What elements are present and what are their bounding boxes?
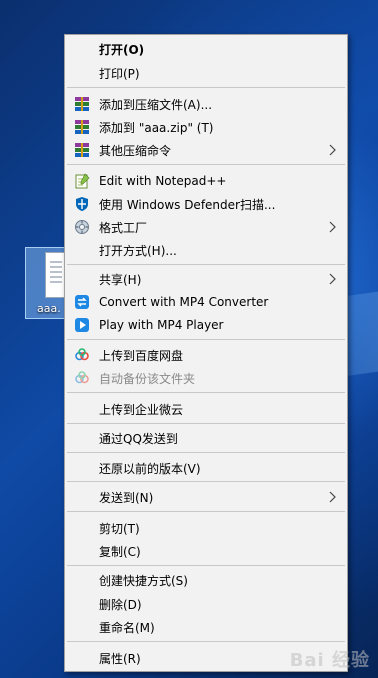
- format-factory-icon: [74, 219, 90, 235]
- menu-item-add-to-archive[interactable]: 添加到压缩文件(A)...: [65, 93, 347, 115]
- menu-item-rename[interactable]: 重命名(M): [65, 616, 347, 638]
- menu-item-label: 打开方式(H)...: [99, 243, 177, 258]
- menu-item-label: 通过QQ发送到: [99, 431, 178, 446]
- chevron-right-icon: [327, 144, 337, 156]
- menu-item-label: 添加到 "aaa.zip" (T): [99, 120, 214, 135]
- menu-separator: [67, 452, 345, 453]
- baidu-netdisk-icon: [74, 370, 90, 386]
- menu-item-label: 重命名(M): [99, 620, 155, 635]
- menu-item-label: 剪切(T): [99, 521, 140, 536]
- menu-item-label: 上传到百度网盘: [99, 348, 184, 363]
- menu-item-mp4-play[interactable]: Play with MP4 Player: [65, 314, 347, 336]
- menu-item-print[interactable]: 打印(P): [65, 62, 347, 84]
- menu-item-open[interactable]: 打开(O): [65, 38, 347, 60]
- menu-separator: [67, 264, 345, 265]
- menu-item-label: 属性(R): [99, 651, 141, 666]
- menu-item-label: 打开(O): [99, 42, 145, 57]
- chevron-right-icon: [327, 221, 337, 233]
- mp4-play-icon: [74, 317, 90, 333]
- menu-item-send-qq[interactable]: 通过QQ发送到: [65, 427, 347, 449]
- menu-item-upload-weiyun[interactable]: 上传到企业微云: [65, 398, 347, 420]
- menu-item-label: 添加到压缩文件(A)...: [99, 97, 213, 112]
- menu-item-delete[interactable]: 删除(D): [65, 593, 347, 615]
- context-menu: 打开(O) 打印(P) 添加到压缩文件(A)... 添加到 "aaa.zip" …: [64, 34, 348, 672]
- menu-item-label: 创建快捷方式(S): [99, 573, 188, 588]
- menu-separator: [67, 339, 345, 340]
- menu-item-cut[interactable]: 剪切(T): [65, 517, 347, 539]
- menu-item-auto-backup: 自动备份该文件夹: [65, 367, 347, 389]
- menu-item-send-to[interactable]: 发送到(N): [65, 486, 347, 508]
- menu-item-label: 还原以前的版本(V): [99, 461, 201, 476]
- menu-item-label: 格式工厂: [99, 220, 148, 235]
- menu-separator: [67, 511, 345, 512]
- menu-item-label: 复制(C): [99, 544, 141, 559]
- menu-item-share[interactable]: 共享(H): [65, 268, 347, 290]
- menu-item-open-with[interactable]: 打开方式(H)...: [65, 239, 347, 261]
- menu-item-edit-notepadpp[interactable]: Edit with Notepad++: [65, 170, 347, 192]
- menu-item-label: 自动备份该文件夹: [99, 371, 196, 386]
- menu-item-label: 发送到(N): [99, 490, 154, 505]
- menu-item-label: 删除(D): [99, 597, 142, 612]
- menu-separator: [67, 164, 345, 165]
- menu-separator: [67, 565, 345, 566]
- menu-item-format-factory[interactable]: 格式工厂: [65, 216, 347, 238]
- menu-item-label: 其他压缩命令: [99, 143, 172, 158]
- menu-item-restore-versions[interactable]: 还原以前的版本(V): [65, 457, 347, 479]
- menu-item-upload-baidu[interactable]: 上传到百度网盘: [65, 344, 347, 366]
- menu-separator: [67, 392, 345, 393]
- menu-item-label: 共享(H): [99, 272, 142, 287]
- menu-item-label: 上传到企业微云: [99, 402, 184, 417]
- menu-separator: [67, 481, 345, 482]
- file-name-label[interactable]: aaa.: [37, 302, 61, 315]
- menu-item-add-to-zip[interactable]: 添加到 "aaa.zip" (T): [65, 116, 347, 138]
- mp4-convert-icon: [74, 294, 90, 310]
- menu-separator: [67, 423, 345, 424]
- menu-item-label: 打印(P): [99, 66, 140, 81]
- menu-item-label: 使用 Windows Defender扫描...: [99, 197, 276, 212]
- defender-shield-icon: [74, 196, 90, 212]
- baidu-netdisk-icon: [74, 347, 90, 363]
- menu-item-create-shortcut[interactable]: 创建快捷方式(S): [65, 569, 347, 591]
- chevron-right-icon: [327, 491, 337, 503]
- menu-item-copy[interactable]: 复制(C): [65, 540, 347, 562]
- menu-separator: [67, 641, 345, 642]
- winrar-icon: [74, 96, 90, 112]
- menu-item-label: Play with MP4 Player: [99, 318, 224, 332]
- menu-item-mp4-convert[interactable]: Convert with MP4 Converter: [65, 291, 347, 313]
- menu-item-label: Convert with MP4 Converter: [99, 295, 269, 309]
- winrar-icon: [74, 119, 90, 135]
- menu-item-label: Edit with Notepad++: [99, 174, 227, 188]
- menu-separator: [67, 87, 345, 88]
- notepadpp-icon: [74, 173, 90, 189]
- menu-item-other-compress[interactable]: 其他压缩命令: [65, 139, 347, 161]
- chevron-right-icon: [327, 273, 337, 285]
- baidu-jingyan-watermark: Bai 经验: [289, 650, 370, 671]
- winrar-icon: [74, 142, 90, 158]
- menu-item-defender-scan[interactable]: 使用 Windows Defender扫描...: [65, 193, 347, 215]
